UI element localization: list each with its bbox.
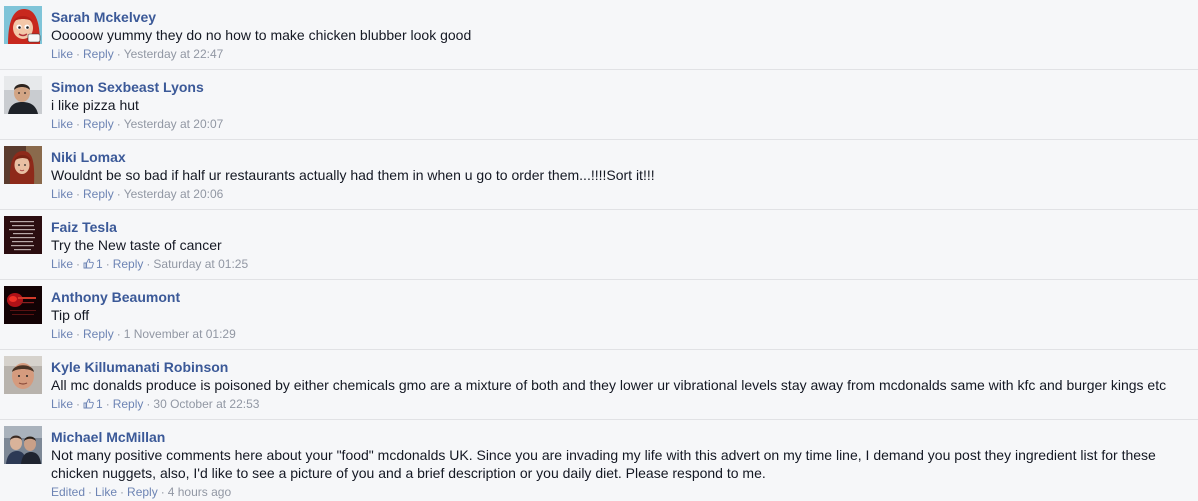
man-face-avatar-icon xyxy=(4,356,42,394)
like-link[interactable]: Like xyxy=(51,397,73,411)
separator-dot: · xyxy=(76,257,81,271)
thumbs-up-icon xyxy=(83,257,94,273)
like-link[interactable]: Like xyxy=(51,187,73,201)
comment-timestamp[interactable]: Yesterday at 20:06 xyxy=(124,187,224,201)
edited-link[interactable]: Edited xyxy=(51,485,85,499)
separator-dot: · xyxy=(88,485,93,499)
comment-timestamp[interactable]: 1 November at 01:29 xyxy=(124,327,236,341)
comment-timestamp[interactable]: Yesterday at 22:47 xyxy=(124,47,224,61)
avatar[interactable] xyxy=(4,426,42,464)
separator-dot: · xyxy=(160,485,165,499)
avatar[interactable] xyxy=(4,146,42,184)
comment-actions: Like · Reply · Yesterday at 20:07 xyxy=(51,116,1192,132)
reply-link[interactable]: Reply xyxy=(83,327,114,341)
comment-text: Ooooow yummy they do no how to make chic… xyxy=(51,27,472,43)
comment-timestamp[interactable]: Saturday at 01:25 xyxy=(153,257,248,271)
like-link[interactable]: Like xyxy=(51,47,73,61)
thumbs-up-icon xyxy=(83,397,94,413)
avatar[interactable] xyxy=(4,76,42,114)
like-count[interactable]: 1 xyxy=(83,257,103,271)
comment-item: Sarah Mckelvey Ooooow yummy they do no h… xyxy=(0,0,1198,70)
comment-item: Faiz Tesla Try the New taste of cancer L… xyxy=(0,210,1198,280)
reply-link[interactable]: Reply xyxy=(127,485,158,499)
avatar[interactable] xyxy=(4,6,42,44)
like-link[interactable]: Like xyxy=(95,485,117,499)
separator-dot: · xyxy=(116,47,121,61)
man-group-photo-avatar-icon xyxy=(4,426,42,464)
reply-link[interactable]: Reply xyxy=(113,397,144,411)
reply-link[interactable]: Reply xyxy=(83,187,114,201)
separator-dot: · xyxy=(76,47,81,61)
comment-actions: Like · Reply · Yesterday at 22:47 xyxy=(51,46,1192,62)
comment-text: i like pizza hut xyxy=(51,97,139,113)
separator-dot: · xyxy=(76,187,81,201)
comment-author[interactable]: Faiz Tesla xyxy=(51,218,1192,236)
comment-item: Anthony Beaumont Tip off Like · Reply · 1 No… xyxy=(0,280,1198,350)
comment-text: Tip off xyxy=(51,307,90,323)
comment-item: Simon Sexbeast Lyons i like pizza hut Li… xyxy=(0,70,1198,140)
cartoon-red-hair-avatar-icon xyxy=(4,6,42,44)
comment-list: Sarah Mckelvey Ooooow yummy they do no h… xyxy=(0,0,1198,500)
comment-item: Michael McMillan Not many positive comme… xyxy=(0,420,1198,500)
comment-author[interactable]: Niki Lomax xyxy=(51,148,1192,166)
reply-link[interactable]: Reply xyxy=(113,257,144,271)
comment-actions: Like · Reply · 1 November at 01:29 xyxy=(51,326,1192,342)
like-count-number: 1 xyxy=(96,257,103,271)
reply-link[interactable]: Reply xyxy=(83,47,114,61)
comment-author[interactable]: Sarah Mckelvey xyxy=(51,8,1192,26)
like-link[interactable]: Like xyxy=(51,257,73,271)
comment-text: Try the New taste of cancer xyxy=(51,237,222,253)
comment-actions: Edited · Like · Reply · 4 hours ago xyxy=(51,484,1192,500)
comment-author[interactable]: Michael McMillan xyxy=(51,428,1192,446)
dark-text-image-avatar-icon xyxy=(4,216,42,254)
like-count-number: 1 xyxy=(96,397,103,411)
comment-item: Kyle Killumanati Robinson All mc donalds… xyxy=(0,350,1198,420)
comment-actions: Like · Reply · Yesterday at 20:06 xyxy=(51,186,1192,202)
separator-dot: · xyxy=(146,257,151,271)
comment-timestamp[interactable]: 4 hours ago xyxy=(168,485,231,499)
comment-timestamp[interactable]: 30 October at 22:53 xyxy=(153,397,259,411)
man-portrait-avatar-icon xyxy=(4,76,42,114)
avatar[interactable] xyxy=(4,356,42,394)
like-count[interactable]: 1 xyxy=(83,397,103,411)
comment-item: Niki Lomax Wouldnt be so bad if half ur … xyxy=(0,140,1198,210)
separator-dot: · xyxy=(116,327,121,341)
comment-author[interactable]: Kyle Killumanati Robinson xyxy=(51,358,1192,376)
comment-author[interactable]: Simon Sexbeast Lyons xyxy=(51,78,1192,96)
separator-dot: · xyxy=(105,397,110,411)
avatar[interactable] xyxy=(4,286,42,324)
comment-actions: Like · 1 · Reply · Saturday at 01:25 xyxy=(51,256,1192,273)
separator-dot: · xyxy=(116,187,121,201)
avatar[interactable] xyxy=(4,216,42,254)
separator-dot: · xyxy=(76,117,81,131)
separator-dot: · xyxy=(76,327,81,341)
comment-actions: Like · 1 · Reply · 30 October at 22:53 xyxy=(51,396,1192,413)
separator-dot: · xyxy=(146,397,151,411)
like-link[interactable]: Like xyxy=(51,327,73,341)
comment-text: Not many positive comments here about yo… xyxy=(51,447,1156,481)
dark-red-graphic-avatar-icon xyxy=(4,286,42,324)
like-link[interactable]: Like xyxy=(51,117,73,131)
comment-author[interactable]: Anthony Beaumont xyxy=(51,288,1192,306)
comment-text: Wouldnt be so bad if half ur restaurants… xyxy=(51,167,655,183)
reply-link[interactable]: Reply xyxy=(83,117,114,131)
separator-dot: · xyxy=(76,397,81,411)
comment-timestamp[interactable]: Yesterday at 20:07 xyxy=(124,117,224,131)
separator-dot: · xyxy=(116,117,121,131)
comment-text: All mc donalds produce is poisoned by ei… xyxy=(51,377,1167,393)
woman-red-hair-avatar-icon xyxy=(4,146,42,184)
separator-dot: · xyxy=(105,257,110,271)
separator-dot: · xyxy=(120,485,125,499)
